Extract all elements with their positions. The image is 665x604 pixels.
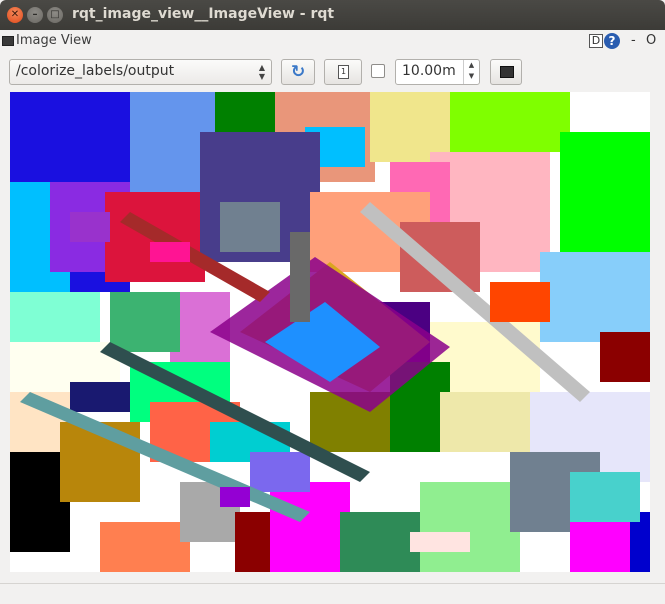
spinbox-arrows[interactable]: ▲ ▼ bbox=[463, 60, 479, 84]
zoom-fit-icon: 1 bbox=[338, 65, 349, 79]
smooth-scaling-checkbox[interactable] bbox=[371, 64, 385, 78]
debug-button[interactable]: D bbox=[589, 34, 603, 48]
status-bar bbox=[0, 583, 665, 604]
dock-float-button[interactable]: O bbox=[646, 33, 656, 48]
topic-select-value: /colorize_labels/output bbox=[16, 63, 175, 79]
close-window-button[interactable]: ✕ bbox=[7, 7, 23, 23]
window-title: rqt_image_view__ImageView - rqt bbox=[72, 6, 335, 22]
maximize-window-button[interactable]: □ bbox=[47, 7, 63, 23]
spin-down-icon[interactable]: ▼ bbox=[464, 71, 479, 82]
refresh-topics-button[interactable]: ↻ bbox=[281, 59, 315, 85]
save-image-button[interactable] bbox=[490, 59, 522, 85]
title-bar: ✕ – □ rqt_image_view__ImageView - rqt bbox=[0, 0, 665, 30]
help-button[interactable]: ? bbox=[604, 33, 620, 49]
save-image-icon bbox=[500, 66, 514, 78]
dock-hide-button[interactable]: - bbox=[631, 33, 636, 48]
dock-title: Image View bbox=[16, 33, 92, 48]
spin-up-icon[interactable]: ▲ bbox=[464, 60, 479, 71]
zoom-fit-button[interactable]: 1 bbox=[324, 59, 362, 85]
topic-select[interactable]: /colorize_labels/output ▲ ▼ bbox=[9, 59, 272, 85]
timeout-value: 10.00m bbox=[402, 63, 456, 79]
image-view[interactable] bbox=[10, 92, 650, 572]
refresh-icon: ↻ bbox=[291, 62, 306, 82]
dock-header: Image View D ? - O bbox=[0, 30, 665, 52]
toolbar: /colorize_labels/output ▲ ▼ ↻ 1 10.00m ▲ … bbox=[0, 56, 665, 88]
chevron-updown-icon: ▲ ▼ bbox=[258, 63, 265, 81]
colorized-label-image bbox=[10, 92, 650, 572]
minimize-window-button[interactable]: – bbox=[27, 7, 43, 23]
plugin-icon bbox=[2, 36, 14, 46]
